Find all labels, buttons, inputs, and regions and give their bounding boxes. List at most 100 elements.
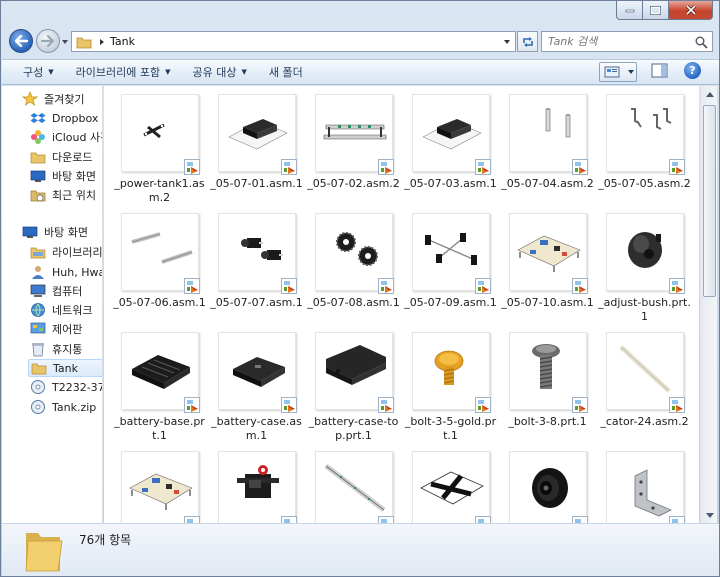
file-item[interactable]: _adjust-bush.prt.1 — [596, 205, 693, 323]
new-folder-button[interactable]: 새 폴더 — [261, 61, 311, 83]
file-item[interactable] — [305, 443, 402, 523]
recent-places-icon — [30, 187, 46, 203]
nav-recent-places[interactable]: 최근 위치 — [30, 186, 96, 204]
file-name: _05-07-07.asm.1 — [210, 296, 303, 309]
file-thumbnail — [121, 451, 200, 523]
file-name: _05-07-04.asm.2 — [501, 177, 594, 190]
file-thumbnail — [412, 332, 491, 413]
file-item[interactable]: _05-07-10.asm.1 — [499, 205, 596, 323]
file-item[interactable]: _05-07-01.asm.1 — [208, 86, 305, 204]
file-item[interactable]: _05-07-08.asm.1 — [305, 205, 402, 323]
file-item[interactable]: _bolt-3-8.prt.1 — [499, 324, 596, 442]
nav-tank-label: Tank — [53, 361, 78, 375]
breadcrumb-tank[interactable]: Tank — [110, 35, 135, 48]
nav-t2232[interactable]: T2232-370- — [30, 378, 102, 396]
file-item[interactable] — [402, 443, 499, 523]
vertical-scrollbar[interactable] — [700, 86, 717, 523]
nav-dropbox[interactable]: Dropbox — [30, 109, 98, 127]
file-name: _05-07-09.asm.1 — [404, 296, 497, 309]
scroll-up-button[interactable] — [702, 86, 717, 102]
creo-file-type-icon — [471, 153, 491, 175]
file-item[interactable] — [596, 443, 693, 523]
organize-button[interactable]: 구성 ▼ — [2, 61, 62, 83]
file-item[interactable]: _battery-case-top.prt.1 — [305, 324, 402, 442]
close-button[interactable] — [669, 1, 713, 20]
search-box[interactable] — [541, 31, 713, 52]
nav-desktop-favorite[interactable]: 바탕 화면 — [30, 167, 96, 185]
nav-network[interactable]: 네트워크 — [30, 301, 92, 319]
search-input[interactable] — [542, 35, 692, 48]
back-button[interactable] — [9, 29, 33, 53]
refresh-button[interactable] — [517, 31, 538, 52]
address-dropdown[interactable] — [499, 32, 515, 51]
creo-file-type-icon — [471, 391, 491, 413]
share-with-label: 공유 대상 — [192, 66, 237, 79]
file-item[interactable]: _05-07-03.asm.1 — [402, 86, 499, 204]
file-item[interactable]: _cator-24.asm.2 — [596, 324, 693, 442]
creo-file-type-icon — [665, 272, 685, 294]
nav-user[interactable]: Huh, Hwang — [30, 263, 102, 281]
file-item[interactable]: _05-07-06.asm.1 — [111, 205, 208, 323]
nav-libraries[interactable]: 라이브러리 — [30, 243, 103, 261]
include-in-library-button[interactable]: 라이브러리에 포함 ▼ — [68, 61, 179, 83]
file-name: _bolt-3-8.prt.1 — [508, 415, 587, 428]
share-with-button[interactable]: 공유 대상 ▼ — [185, 61, 255, 83]
desktop-icon — [30, 168, 46, 184]
forward-arrow-icon — [41, 35, 55, 47]
downloads-folder-icon — [30, 149, 46, 165]
item-count: 76개 항목 — [79, 533, 132, 547]
nav-network-label: 네트워크 — [52, 304, 93, 317]
file-item[interactable]: _power-tank1.asm.2 — [111, 86, 208, 204]
nav-libraries-label: 라이브러리 — [52, 246, 103, 259]
file-item[interactable] — [208, 443, 305, 523]
file-thumbnail — [606, 332, 685, 413]
file-item[interactable]: _05-07-07.asm.1 — [208, 205, 305, 323]
help-button[interactable]: ? — [684, 62, 701, 79]
network-icon — [30, 302, 46, 318]
file-item[interactable]: _battery-base.prt.1 — [111, 324, 208, 442]
creo-file-type-icon — [180, 272, 200, 294]
nav-icloud-label: iCloud 사진 — [52, 131, 102, 144]
scroll-down-button[interactable] — [702, 507, 717, 523]
star-icon — [22, 91, 38, 107]
file-thumbnail — [315, 213, 394, 294]
refresh-icon — [522, 36, 533, 47]
creo-file-type-icon — [277, 272, 297, 294]
change-view-button[interactable] — [599, 62, 637, 82]
include-library-label: 라이브러리에 포함 — [75, 66, 161, 79]
file-item[interactable]: _05-07-09.asm.1 — [402, 205, 499, 323]
nav-control-panel[interactable]: 제어판 — [30, 320, 82, 338]
scrollbar-thumb[interactable] — [703, 105, 716, 297]
minimize-button[interactable] — [616, 1, 643, 20]
file-item[interactable]: _05-07-04.asm.2 — [499, 86, 596, 204]
nav-tank-zip[interactable]: Tank.zip — [30, 398, 96, 416]
caption-buttons — [616, 1, 713, 20]
nav-recycle-bin[interactable]: 휴지통 — [30, 340, 82, 358]
file-item[interactable]: _bolt-3-5-gold.prt.1 — [402, 324, 499, 442]
address-bar[interactable]: Tank — [71, 31, 516, 52]
file-item[interactable] — [499, 443, 596, 523]
computer-icon — [30, 283, 46, 299]
nav-computer[interactable]: 컴퓨터 — [30, 282, 82, 300]
nav-favorites-label: 즐겨찾기 — [44, 93, 85, 106]
file-thumbnail — [315, 332, 394, 413]
file-thumbnail — [315, 94, 394, 175]
nav-icloud[interactable]: iCloud 사진 — [30, 128, 102, 146]
folder-icon — [31, 360, 47, 376]
creo-file-type-icon — [180, 391, 200, 413]
file-item[interactable]: _05-07-02.asm.2 — [305, 86, 402, 204]
nav-tank[interactable]: Tank — [28, 359, 102, 377]
forward-button[interactable] — [36, 29, 60, 53]
file-name: _battery-case.asm.1 — [211, 415, 302, 442]
file-thumbnail — [218, 94, 297, 175]
preview-pane-button[interactable] — [651, 63, 669, 79]
recent-pages-dropdown[interactable] — [61, 37, 69, 47]
file-item[interactable]: _battery-case.asm.1 — [208, 324, 305, 442]
nav-downloads[interactable]: 다운로드 — [30, 148, 92, 166]
file-thumbnail — [606, 451, 685, 523]
file-item[interactable]: _05-07-05.asm.2 — [596, 86, 693, 204]
file-item[interactable] — [111, 443, 208, 523]
nav-desktop[interactable]: 바탕 화면 — [22, 223, 88, 241]
nav-favorites[interactable]: 즐겨찾기 — [22, 90, 84, 108]
maximize-button[interactable] — [643, 1, 669, 20]
